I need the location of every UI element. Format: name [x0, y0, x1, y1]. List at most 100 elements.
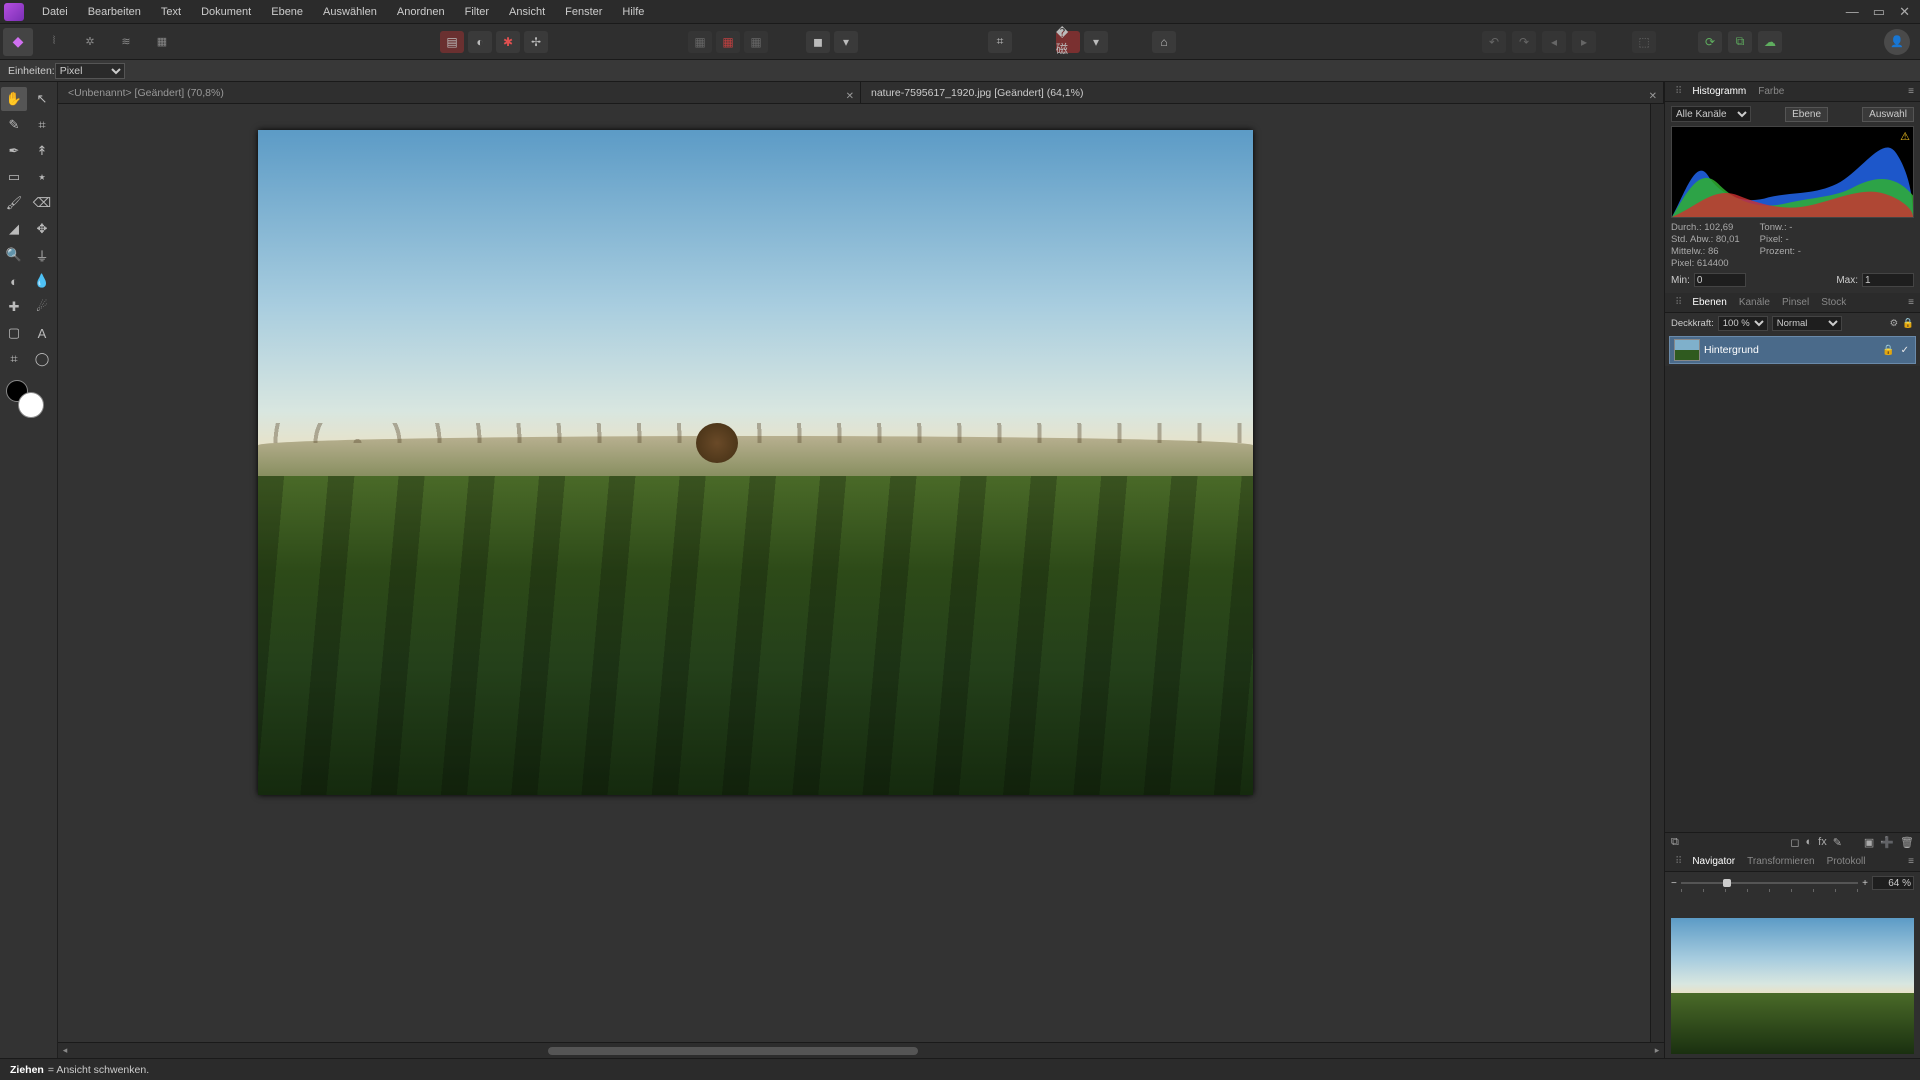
crop-tool-icon[interactable]: ⌗: [29, 113, 55, 137]
horizontal-scrollbar[interactable]: ◂ ▸: [58, 1042, 1664, 1058]
maximize-icon[interactable]: ▭: [1873, 4, 1885, 20]
snapping-icon[interactable]: �磁: [1056, 31, 1080, 53]
tab-navigator[interactable]: Navigator: [1686, 852, 1741, 872]
flood-select-tool-icon[interactable]: ⭑: [29, 165, 55, 189]
pen-tool-icon[interactable]: ✒: [1, 139, 27, 163]
fx-icon[interactable]: fx: [1818, 836, 1827, 849]
group-icon[interactable]: ▣: [1864, 836, 1874, 849]
scroll-thumb[interactable]: [548, 1047, 918, 1055]
crop-mode-icon[interactable]: ⌗: [988, 31, 1012, 53]
zoom-slider[interactable]: [1681, 878, 1858, 888]
move-tool-icon[interactable]: ↖: [29, 87, 55, 111]
invert-selection-icon[interactable]: ▦: [744, 31, 768, 53]
zoom-tool-icon[interactable]: 🔍: [1, 243, 27, 267]
hist-min-input[interactable]: [1694, 273, 1746, 287]
zoom-input[interactable]: [1872, 876, 1914, 890]
fill-tool-icon[interactable]: ◢: [1, 217, 27, 241]
panel-menu-icon[interactable]: ≡: [1908, 856, 1920, 867]
persona-export-icon[interactable]: ▦: [147, 28, 177, 56]
persona-develop-icon[interactable]: ✲: [75, 28, 105, 56]
close-icon[interactable]: ✕: [1899, 4, 1910, 20]
canvas-viewport[interactable]: ◂ ▸: [58, 104, 1664, 1058]
menu-dokument[interactable]: Dokument: [191, 0, 261, 24]
node-tool-icon[interactable]: ↟: [29, 139, 55, 163]
menu-datei[interactable]: Datei: [32, 0, 78, 24]
background-color-icon[interactable]: [18, 392, 44, 418]
panel-drag-icon[interactable]: ⠿: [1675, 297, 1682, 308]
tab-farbe[interactable]: Farbe: [1752, 82, 1790, 102]
blendmode-select[interactable]: Normal: [1772, 316, 1842, 331]
vertical-scrollbar[interactable]: [1650, 104, 1664, 1042]
histogram-source-selection[interactable]: Auswahl: [1862, 107, 1914, 122]
color-picker-tool-icon[interactable]: ✎: [1, 113, 27, 137]
shape-tool-icon[interactable]: ▢: [1, 321, 27, 345]
layer-lock-icon[interactable]: 🔒: [1882, 345, 1894, 356]
navigator-preview[interactable]: [1671, 918, 1914, 1054]
doc-tab-b[interactable]: nature-7595617_1920.jpg [Geändert] (64,1…: [861, 82, 1664, 103]
panel-menu-icon[interactable]: ≡: [1908, 297, 1920, 308]
undo-icon[interactable]: ↶: [1482, 31, 1506, 53]
blur-tool-icon[interactable]: 💧: [29, 269, 55, 293]
minimize-icon[interactable]: —: [1846, 4, 1859, 20]
smudge-tool-icon[interactable]: ☄: [29, 295, 55, 319]
persona-liquify-icon[interactable]: ⦚: [39, 28, 69, 56]
auto-contrast-icon[interactable]: ◐: [468, 31, 492, 53]
panel-drag-icon[interactable]: ⠿: [1675, 856, 1682, 867]
tab-protokoll[interactable]: Protokoll: [1821, 852, 1872, 872]
panel-menu-icon[interactable]: ≡: [1908, 86, 1920, 97]
zoom-in-icon[interactable]: +: [1862, 878, 1868, 889]
persona-photo-icon[interactable]: ◆: [3, 28, 33, 56]
mask-icon[interactable]: ◻: [1790, 836, 1799, 849]
zoom-out-icon[interactable]: −: [1671, 878, 1677, 889]
brush-tool-icon[interactable]: 🖌: [1, 191, 27, 215]
menu-auswaehlen[interactable]: Auswählen: [313, 0, 387, 24]
tab-kanaele[interactable]: Kanäle: [1733, 293, 1776, 313]
menu-hilfe[interactable]: Hilfe: [612, 0, 654, 24]
tab-transform[interactable]: Transformieren: [1741, 852, 1820, 872]
auto-levels-icon[interactable]: ▤: [440, 31, 464, 53]
forward-icon[interactable]: ▸: [1572, 31, 1596, 53]
hand-tool-icon[interactable]: ✋: [1, 87, 27, 111]
menu-filter[interactable]: Filter: [455, 0, 499, 24]
sync-green-icon[interactable]: ⟳: [1698, 31, 1722, 53]
text-tool-icon[interactable]: A: [29, 321, 55, 345]
stamp-tool-icon[interactable]: ⏚: [29, 243, 55, 267]
marquee-tool-icon[interactable]: ▭: [1, 165, 27, 189]
mesh-tool-icon[interactable]: ⌗: [1, 347, 27, 371]
menu-ebene[interactable]: Ebene: [261, 0, 313, 24]
scroll-right-icon[interactable]: ▸: [1650, 1045, 1664, 1056]
persona-tone-icon[interactable]: ≋: [111, 28, 141, 56]
opacity-select[interactable]: 100 %: [1718, 316, 1768, 331]
tab-histogramm[interactable]: Histogramm: [1686, 82, 1752, 102]
gear-icon[interactable]: ⚙: [1890, 318, 1899, 329]
histogram-source-layer[interactable]: Ebene: [1785, 107, 1828, 122]
auto-colors-icon[interactable]: ✱: [496, 31, 520, 53]
tab-ebenen[interactable]: Ebenen: [1686, 293, 1732, 313]
menu-anordnen[interactable]: Anordnen: [387, 0, 455, 24]
sync-cloud-icon[interactable]: ☁: [1758, 31, 1782, 53]
layer-row[interactable]: Hintergrund 🔒 ✓: [1669, 336, 1916, 364]
histogram-channel-select[interactable]: Alle Kanäle: [1671, 106, 1751, 122]
menu-text[interactable]: Text: [151, 0, 191, 24]
canvas-image[interactable]: [258, 130, 1253, 795]
layer-list[interactable]: [1665, 366, 1920, 832]
quickmask-dropdown-icon[interactable]: ▾: [834, 31, 858, 53]
menu-bearbeiten[interactable]: Bearbeiten: [78, 0, 151, 24]
back-icon[interactable]: ◂: [1542, 31, 1566, 53]
assistant-icon[interactable]: ⌂: [1152, 31, 1176, 53]
menu-ansicht[interactable]: Ansicht: [499, 0, 555, 24]
tab-pinsel[interactable]: Pinsel: [1776, 293, 1815, 313]
deselect-icon[interactable]: ▦: [716, 31, 740, 53]
dodge-tool-icon[interactable]: ◐: [1, 269, 27, 293]
scroll-left-icon[interactable]: ◂: [58, 1045, 72, 1056]
heal-tool-icon[interactable]: ✚: [1, 295, 27, 319]
merge-icon[interactable]: ⧉: [1671, 836, 1679, 849]
hist-max-input[interactable]: [1862, 273, 1914, 287]
clone-tool-icon[interactable]: ✥: [29, 217, 55, 241]
new-layer-icon[interactable]: ➕: [1880, 836, 1894, 849]
context-units-select[interactable]: Pixel: [55, 63, 125, 79]
account-icon[interactable]: 👤: [1884, 29, 1910, 55]
lock-icon[interactable]: 🔒: [1902, 318, 1914, 329]
delete-layer-icon[interactable]: 🗑: [1900, 836, 1914, 849]
color-swatches[interactable]: [6, 380, 44, 418]
